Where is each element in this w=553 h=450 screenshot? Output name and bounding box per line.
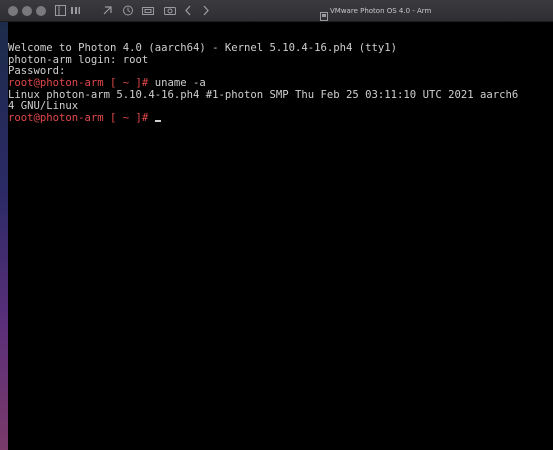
minimize-window-button[interactable] [22, 6, 32, 16]
chevron-right-icon[interactable] [202, 5, 210, 17]
back-icon[interactable] [102, 5, 113, 17]
window-title: VMware Photon OS 4.0 - Arm [330, 7, 432, 15]
settings-icon[interactable] [70, 5, 81, 17]
close-window-button[interactable] [8, 6, 18, 16]
zoom-window-button[interactable] [36, 6, 46, 16]
terminal-line-command: root@photon-arm [ ~ ]# uname -a [8, 77, 553, 90]
snapshot-icon[interactable] [122, 5, 134, 17]
command-text: uname -a [148, 77, 206, 90]
camera-icon[interactable] [164, 5, 176, 17]
shell-prompt: root@photon-arm [ ~ ]# [8, 112, 149, 125]
vm-icon [320, 6, 328, 21]
terminal-line-login: photon-arm login: root [8, 53, 149, 66]
text-cursor [154, 120, 161, 123]
folder-icon[interactable] [142, 5, 154, 17]
command-input[interactable] [148, 112, 154, 124]
terminal-line-welcome: Welcome to Photon 4.0 (aarch64) - Kernel… [8, 42, 398, 54]
terminal-console[interactable]: Welcome to Photon 4.0 (aarch64) - Kernel… [8, 22, 553, 450]
terminal-line-current[interactable]: root@photon-arm [ ~ ]# [8, 112, 553, 125]
vm-window: VMware Photon OS 4.0 - Arm Welcome to Ph… [0, 0, 553, 450]
title-bar[interactable]: VMware Photon OS 4.0 - Arm [0, 0, 553, 22]
desktop-wallpaper-edge [0, 22, 8, 450]
chevron-left-icon[interactable] [184, 5, 192, 17]
shell-prompt: root@photon-arm [ ~ ]# [8, 77, 149, 90]
terminal-line-output: Linux photon-arm 5.10.4-16.ph4 #1-photon… [8, 88, 519, 101]
sidebar-icon[interactable] [55, 5, 66, 17]
